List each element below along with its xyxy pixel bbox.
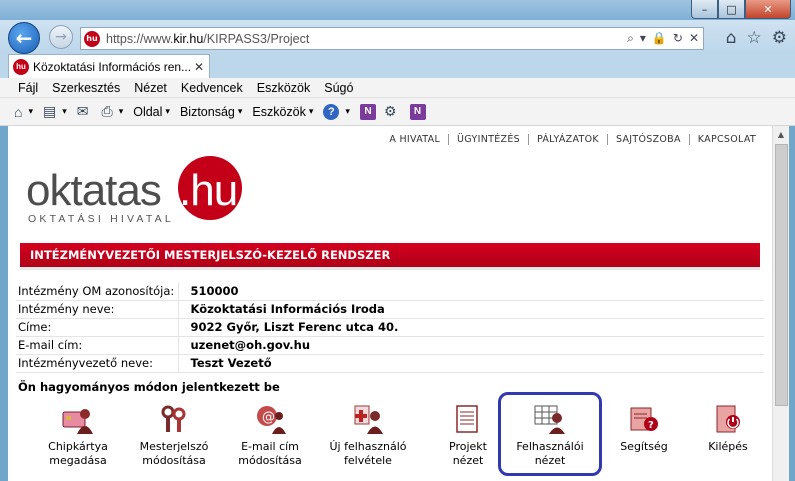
svg-text:?: ?: [648, 420, 654, 431]
chevron-down-icon: ▾: [308, 106, 314, 116]
address-bar[interactable]: hu https://www.kir.hu/KIRPASS3/Project ⌕…: [80, 27, 704, 50]
mail-icon: ✉: [76, 103, 89, 119]
table-row: Intézmény OM azonosítója: 510000: [16, 282, 764, 301]
logout-icon: [711, 404, 745, 434]
nav-palyazatok[interactable]: PÁLYÁZATOK: [527, 134, 607, 145]
tab-row: hu Közoktatási Információs ren... ✕: [0, 54, 795, 78]
tab-title: Közoktatási Információs ren...: [33, 59, 192, 74]
window-titlebar: – □ ✕: [0, 0, 795, 20]
system-title-banner: INTÉZMÉNYVEZETŐI MESTERJELSZÓ-KEZELŐ REN…: [20, 243, 760, 270]
chipcard-icon: [61, 404, 95, 434]
menu-edit[interactable]: Szerkesztés: [52, 81, 120, 95]
stop-icon[interactable]: ✕: [689, 31, 699, 46]
svg-text:@: @: [262, 410, 275, 425]
feeds-command[interactable]: ▤ ▾: [43, 103, 67, 120]
email-change-button[interactable]: @ E-mail cím módosítása: [220, 402, 320, 468]
help-icon: ?: [323, 103, 340, 120]
command-bar: ⌂ ▾ ▤ ▾ ✉ ⎙ ▾ Oldal ▾ Biztonság ▾ Eszközök ▾ ?…: [0, 98, 795, 126]
nav-a-hivatal[interactable]: A HIVATAL: [381, 134, 448, 145]
logo-subtitle: OKTATÁSI HIVATAL: [28, 213, 174, 225]
tab-active[interactable]: hu Közoktatási Információs ren... ✕: [8, 54, 210, 78]
gear-icon: ⚙: [383, 103, 397, 119]
logout-button[interactable]: Kilépés: [678, 402, 772, 454]
chevron-down-icon: ▾: [237, 106, 243, 116]
table-row: E-mail cím: uzenet@oh.gov.hu: [16, 336, 764, 355]
site-favicon-icon: hu: [84, 30, 100, 47]
mail-command[interactable]: ✉: [77, 103, 92, 120]
refresh-icon[interactable]: ↻: [673, 31, 683, 46]
home-icon[interactable]: ⌂: [726, 28, 737, 48]
chevron-down-icon: ▾: [165, 106, 170, 116]
lock-icon[interactable]: 🔒: [652, 31, 667, 46]
user-grid-icon: [533, 404, 567, 434]
logo-text: oktatas: [26, 166, 162, 215]
keys-icon: [157, 404, 191, 434]
table-row: Címe: 9022 Győr, Liszt Ferenc utca 40.: [16, 318, 764, 337]
menu-view[interactable]: Nézet: [134, 81, 167, 95]
menu-help[interactable]: Súgó: [324, 81, 353, 95]
back-button[interactable]: ←: [8, 22, 40, 54]
page-viewport: A HIVATAL ÜGYINTÉZÉS PÁLYÁZATOK SAJTÓSZO…: [8, 126, 772, 481]
settings-gear-icon[interactable]: ⚙: [772, 28, 787, 48]
chevron-down-icon: ▾: [62, 106, 67, 116]
menu-favorites[interactable]: Kedvencek: [181, 81, 243, 95]
forward-button[interactable]: →: [49, 25, 73, 49]
nav-kapcsolat[interactable]: KAPCSOLAT: [688, 134, 764, 145]
rss-icon: ▤: [43, 103, 57, 119]
nav-ugyintezes[interactable]: ÜGYINTÉZÉS: [448, 134, 528, 145]
table-row: Intézmény neve: Közoktatási Információs I…: [16, 300, 764, 319]
add-user-icon: [351, 404, 385, 434]
nav-sajtoszoba[interactable]: SAJTÓSZOBA: [606, 134, 689, 145]
chevron-down-icon: ▾: [118, 106, 124, 116]
menu-bar: Fájl Szerkesztés Nézet Kedvencek Eszközö…: [0, 78, 795, 98]
logo-hu: .hu: [179, 166, 238, 215]
document-list-icon: [451, 404, 485, 434]
email-user-icon: @: [253, 404, 287, 434]
home-icon: ⌂: [14, 103, 23, 120]
tools-menu-button[interactable]: Eszközök ▾: [252, 105, 313, 119]
new-user-button[interactable]: Új felhasználó felvétele: [318, 402, 418, 468]
help-book-icon: ?: [627, 404, 661, 434]
address-row: ← → hu https://www.kir.hu/KIRPASS3/Proje…: [0, 20, 795, 54]
table-row: Intézményvezető neve: Teszt Vezető: [16, 354, 764, 373]
login-status-note: Ön hagyományos módon jelentkezett be: [18, 380, 280, 394]
research-command[interactable]: ⚙: [384, 103, 400, 120]
site-logo[interactable]: oktatas .hu OKTATÁSI HIVATAL: [26, 156, 266, 228]
onenote-icon[interactable]: N: [359, 103, 376, 120]
action-toolbar: Chipkártya megadása Mesterjelszó módosít…: [8, 392, 772, 481]
vertical-scrollbar[interactable]: ▲: [772, 126, 789, 481]
institution-info-table: Intézmény OM azonosítója: 510000 Intézmén…: [16, 282, 764, 373]
chipcard-button[interactable]: Chipkártya megadása: [28, 402, 128, 468]
master-password-button[interactable]: Mesterjelszó módosítása: [124, 402, 224, 468]
scroll-thumb[interactable]: [775, 144, 788, 406]
help-command[interactable]: ? ▾: [323, 103, 350, 120]
printer-icon: ⎙: [101, 103, 113, 119]
home-command[interactable]: ⌂ ▾: [14, 104, 33, 120]
favorites-star-icon[interactable]: ☆: [747, 28, 762, 48]
page-menu-button[interactable]: Oldal ▾: [133, 105, 170, 119]
tab-favicon-icon: hu: [13, 58, 29, 75]
minimize-button[interactable]: –: [691, 0, 718, 19]
onenote-linked-icon[interactable]: N: [409, 103, 426, 120]
security-menu-button[interactable]: Biztonság ▾: [180, 105, 242, 119]
site-top-nav: A HIVATAL ÜGYINTÉZÉS PÁLYÁZATOK SAJTÓSZO…: [381, 134, 764, 145]
search-icon[interactable]: ⌕: [627, 31, 634, 46]
menu-tools[interactable]: Eszközök: [257, 81, 311, 95]
url-text[interactable]: https://www.kir.hu/KIRPASS3/Project: [106, 32, 627, 46]
chevron-down-icon: ▾: [345, 106, 350, 116]
user-view-button[interactable]: Felhasználói nézet: [500, 402, 600, 468]
chevron-down-icon: ▾: [28, 106, 33, 116]
close-button[interactable]: ✕: [745, 0, 791, 19]
tab-close-icon[interactable]: ✕: [194, 60, 204, 74]
scroll-up-icon[interactable]: ▲: [773, 126, 789, 143]
window-frame-right: [789, 126, 795, 481]
maximize-button[interactable]: □: [718, 0, 745, 19]
print-command[interactable]: ⎙ ▾: [102, 103, 124, 120]
dropdown-arrow-icon[interactable]: ▾: [640, 31, 646, 46]
menu-file[interactable]: Fájl: [18, 81, 38, 95]
